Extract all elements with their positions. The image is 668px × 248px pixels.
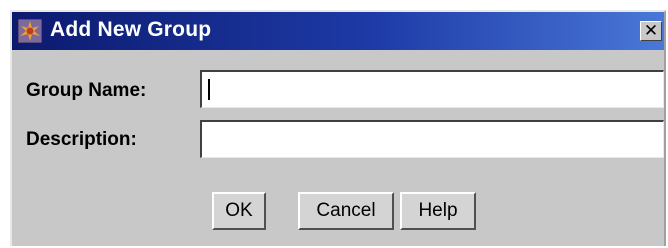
window-title: Add New Group — [50, 18, 212, 41]
description-input[interactable] — [200, 120, 664, 158]
add-new-group-dialog: Add New Group ✕ Group Name: Description:… — [10, 10, 666, 246]
description-label: Description: — [26, 129, 137, 150]
cancel-button[interactable]: Cancel — [298, 192, 394, 230]
ok-button[interactable]: OK — [212, 192, 266, 230]
text-caret — [208, 79, 210, 100]
group-name-label: Group Name: — [26, 80, 147, 101]
title-bar[interactable]: Add New Group ✕ — [12, 12, 664, 50]
group-name-input[interactable] — [200, 70, 664, 108]
help-button[interactable]: Help — [400, 192, 476, 230]
close-icon[interactable]: ✕ — [640, 21, 662, 41]
app-icon — [18, 19, 42, 43]
